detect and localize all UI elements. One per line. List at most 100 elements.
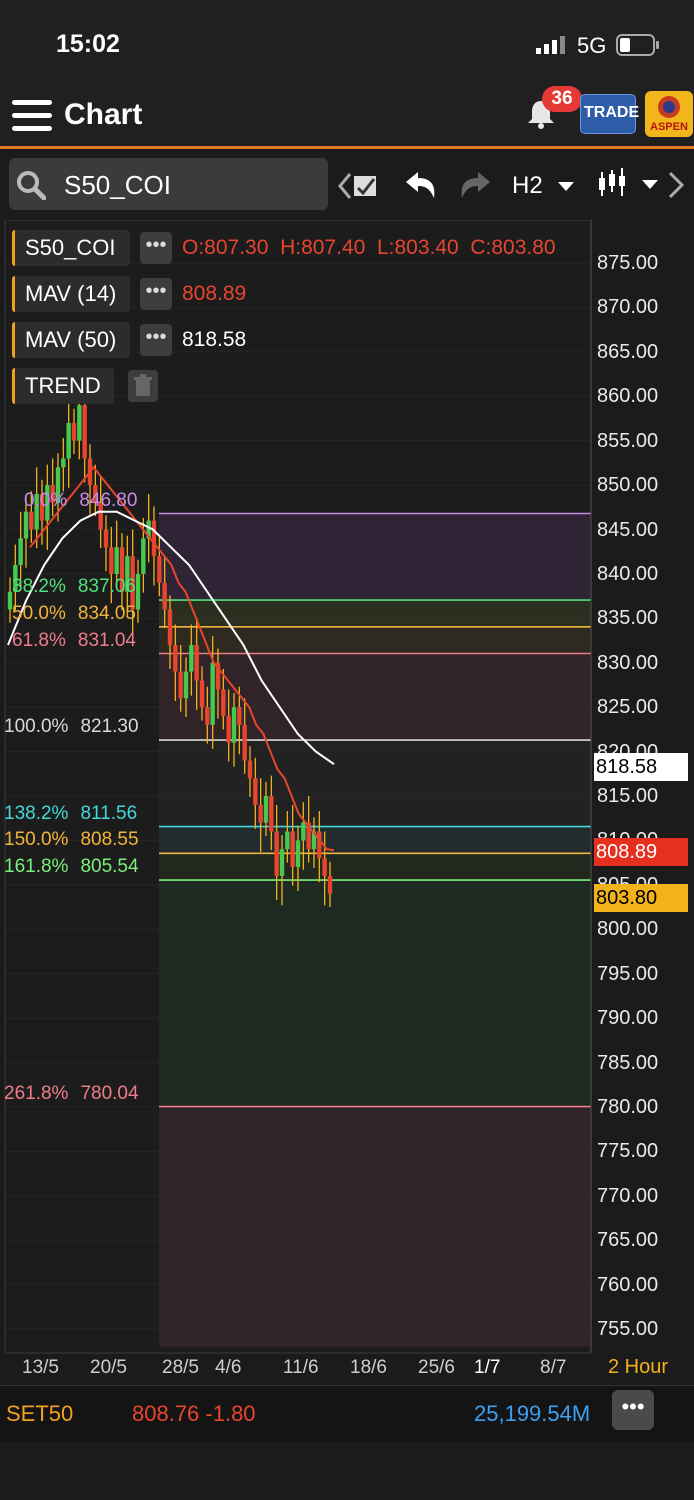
redo-icon[interactable] [458,170,494,200]
candle-body [18,538,23,566]
network-label: 5G [577,33,607,58]
fib-zone [159,1106,591,1347]
fib-zone [159,600,591,627]
fib-pct: 0.0% [24,489,68,511]
trade-label: TRADE [584,104,640,121]
candle-body [279,849,285,876]
fib-zone [159,626,591,654]
price-axis-label: 870.00 [597,296,659,319]
mav14-price-tag: 808.89 [594,838,688,866]
legend-mav50[interactable]: MAV (50) [12,322,130,358]
fib-pct: 161.8% [4,856,69,878]
candle-body [61,458,66,468]
fib-value: 837.06 [77,576,136,598]
page-title: Chart [64,98,143,131]
mav14-options-button[interactable]: ••• [140,278,172,310]
price-axis-label: 825.00 [597,696,659,719]
candle-body [151,520,157,557]
fib-zone [159,880,591,1107]
legend-mav14[interactable]: MAV (14) [12,276,130,312]
fib-label: 261.8% 780.04 [4,1083,139,1105]
price-axis-label: 800.00 [597,918,659,941]
legend-symbol[interactable]: S50_COI [12,230,130,266]
search-icon [16,170,47,201]
status-time: 15:02 [56,30,120,58]
price-axis-label: 865.00 [597,340,659,363]
date-axis-label: 4/6 [215,1357,242,1378]
candle-body [178,671,183,699]
price-axis-label: 815.00 [597,785,659,807]
fib-pct: 61.8% [12,629,66,651]
index-value: 25,199.54M [474,1401,591,1426]
fib-value: 811.56 [80,802,138,824]
timeframe-select[interactable]: H2 [512,172,578,202]
chevron-right-icon[interactable] [666,170,686,200]
fib-pct: 150.0% [4,829,69,851]
legend-trend[interactable]: TREND [12,368,114,404]
price-axis-label: 845.00 [597,518,659,541]
price-axis-label: 790.00 [597,1007,659,1030]
candle-body [194,644,199,681]
trade-button[interactable]: TRADE [580,94,640,134]
date-axis-label: 28/5 [162,1357,199,1378]
fib-label: 38.2% 837.06 [12,576,136,598]
candle-body [269,796,274,832]
candle-body [167,609,173,645]
date-axis-label: 20/5 [90,1357,127,1378]
menu-icon[interactable] [12,98,52,134]
candle-body [23,511,29,539]
undo-icon[interactable] [402,170,438,200]
candlestick-icon [599,168,658,196]
fib-value: 831.04 [77,629,136,651]
mav50-price-tag: 818.58 [594,753,688,781]
price-axis-label: 770.00 [597,1184,659,1207]
fib-label: 0.0% 846.80 [24,490,137,512]
fib-label: 100.0% 821.30 [4,716,139,738]
symbol-options-button[interactable]: ••• [140,232,172,264]
fib-value: 821.30 [80,716,139,738]
candle-body [258,804,263,823]
collapse-toolbar-icon[interactable] [336,168,382,204]
mav50-options-button[interactable]: ••• [140,324,172,356]
price-axis-label: 830.00 [597,651,659,674]
candle-body [253,778,258,805]
last-price-tag: 803.80 [594,884,688,912]
fib-value: 780.04 [80,1082,139,1104]
candle-body [29,511,34,530]
candle-body [274,831,279,876]
candle-body [173,644,178,672]
candle-body [157,556,162,583]
candle-body [77,405,82,441]
fib-label: 150.0% 808.55 [4,829,139,851]
fib-pct: 50.0% [12,602,66,624]
battery-icon [616,34,660,56]
price-axis-label: 760.00 [597,1273,659,1296]
price-axis-label: 780.00 [597,1095,659,1118]
candle-body [237,707,242,725]
notification-badge: 36 [542,86,582,112]
fib-pct: 261.8% [4,1082,69,1104]
index-quote: 808.76 -1.80 [132,1401,256,1426]
candle-body [327,875,333,894]
date-axis-label: 25/6 [418,1357,455,1378]
index-name[interactable]: SET50 [6,1401,73,1427]
price-axis-label: 765.00 [597,1229,659,1252]
candle-body [82,405,87,459]
symbol-input-value: S50_COI [64,170,171,200]
fib-label: 61.8% 831.04 [12,630,136,652]
candle-body [285,831,290,850]
date-axis-label: 11/6 [283,1357,319,1378]
more-options-button[interactable]: ••• [612,1390,654,1430]
fib-label: 50.0% 834.05 [12,603,136,625]
chevron-down-icon [558,182,574,191]
fib-zone [159,740,591,827]
content-background [0,1442,694,1500]
trash-icon[interactable] [128,370,158,402]
fib-zone [159,513,591,601]
mav14-value: 808.89 [182,282,247,305]
chart-type-select[interactable] [596,166,660,202]
ohlc-readout: O:807.30 H:807.40 L:803.40 C:803.80 [182,236,556,259]
candle-body [295,840,301,868]
candle-body [189,644,194,672]
aspen-button[interactable]: ASPEN [645,91,693,137]
